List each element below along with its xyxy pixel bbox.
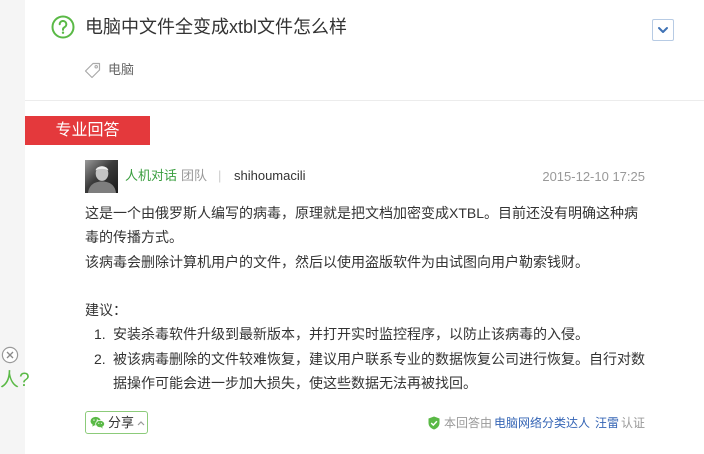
author-username-link[interactable]: shihoumacili: [234, 167, 306, 185]
list-item-text: 安装杀毒软件升级到最新版本，并打开实时监控程序，以防止该病毒的入侵。: [113, 326, 589, 343]
chevron-down-icon: [656, 23, 670, 37]
cert-expert-link[interactable]: 汪雷: [595, 414, 619, 432]
share-button[interactable]: 分享: [85, 411, 148, 434]
wechat-icon: [90, 416, 105, 429]
chevron-up-icon: [137, 420, 145, 426]
close-icon[interactable]: [1, 346, 19, 364]
expand-toggle-button[interactable]: [652, 19, 674, 41]
question-title: 电脑中文件全变成xtbl文件怎么样: [85, 17, 348, 37]
author-name-link[interactable]: 人机对话: [125, 167, 177, 185]
answer-body: 这是一个由俄罗斯人编写的病毒，原理就是把文档加密变成XTBL。目前还没有明确这种…: [85, 201, 646, 395]
answer-date: 2015-12-10 17:25: [542, 169, 645, 184]
list-item-text: 被该病毒删除的文件较难恢复，建议用户联系专业的数据恢复公司进行恢复。自行对数据操…: [113, 350, 645, 392]
certification-note: 本回答由 电脑网络分类达人 汪雷 认证: [428, 414, 645, 432]
ask-question-widget[interactable]: 人?: [0, 368, 30, 394]
question-tag[interactable]: 电脑: [84, 61, 134, 79]
author-avatar[interactable]: [85, 160, 118, 193]
list-item: 2. 被该病毒删除的文件较难恢复，建议用户联系专业的数据恢复公司进行恢复。自行对…: [85, 347, 646, 396]
cert-category-link[interactable]: 电脑网络分类达人: [494, 414, 590, 432]
tag-label: 电脑: [108, 62, 135, 77]
tag-icon: [84, 62, 101, 79]
author-type-label: 团队: [181, 168, 208, 183]
answer-paragraph: 这是一个由俄罗斯人编写的病毒，原理就是把文档加密变成XTBL。目前还没有明确这种…: [85, 205, 639, 246]
question-mark-icon: [51, 15, 75, 39]
suggestion-heading: 建议：: [85, 302, 127, 319]
professional-answer-label: 专业回答: [25, 116, 150, 145]
author-separator: |: [218, 168, 222, 183]
answer-paragraph: 该病毒会删除计算机用户的文件，然后以使用盗版软件为由试图向用户勒索钱财。: [85, 253, 589, 270]
shield-check-icon: [428, 416, 440, 430]
share-label: 分享: [108, 414, 135, 430]
section-divider: [25, 100, 704, 101]
cert-suffix: 认证: [620, 416, 645, 430]
list-item: 1. 安装杀毒软件升级到最新版本，并打开实时监控程序，以防止该病毒的入侵。: [85, 322, 646, 346]
cert-prefix: 本回答由: [443, 416, 492, 430]
suggestion-list: 1. 安装杀毒软件升级到最新版本，并打开实时监控程序，以防止该病毒的入侵。 2.…: [85, 322, 646, 395]
list-item-number: 2.: [94, 350, 106, 367]
list-item-number: 1.: [94, 326, 106, 343]
